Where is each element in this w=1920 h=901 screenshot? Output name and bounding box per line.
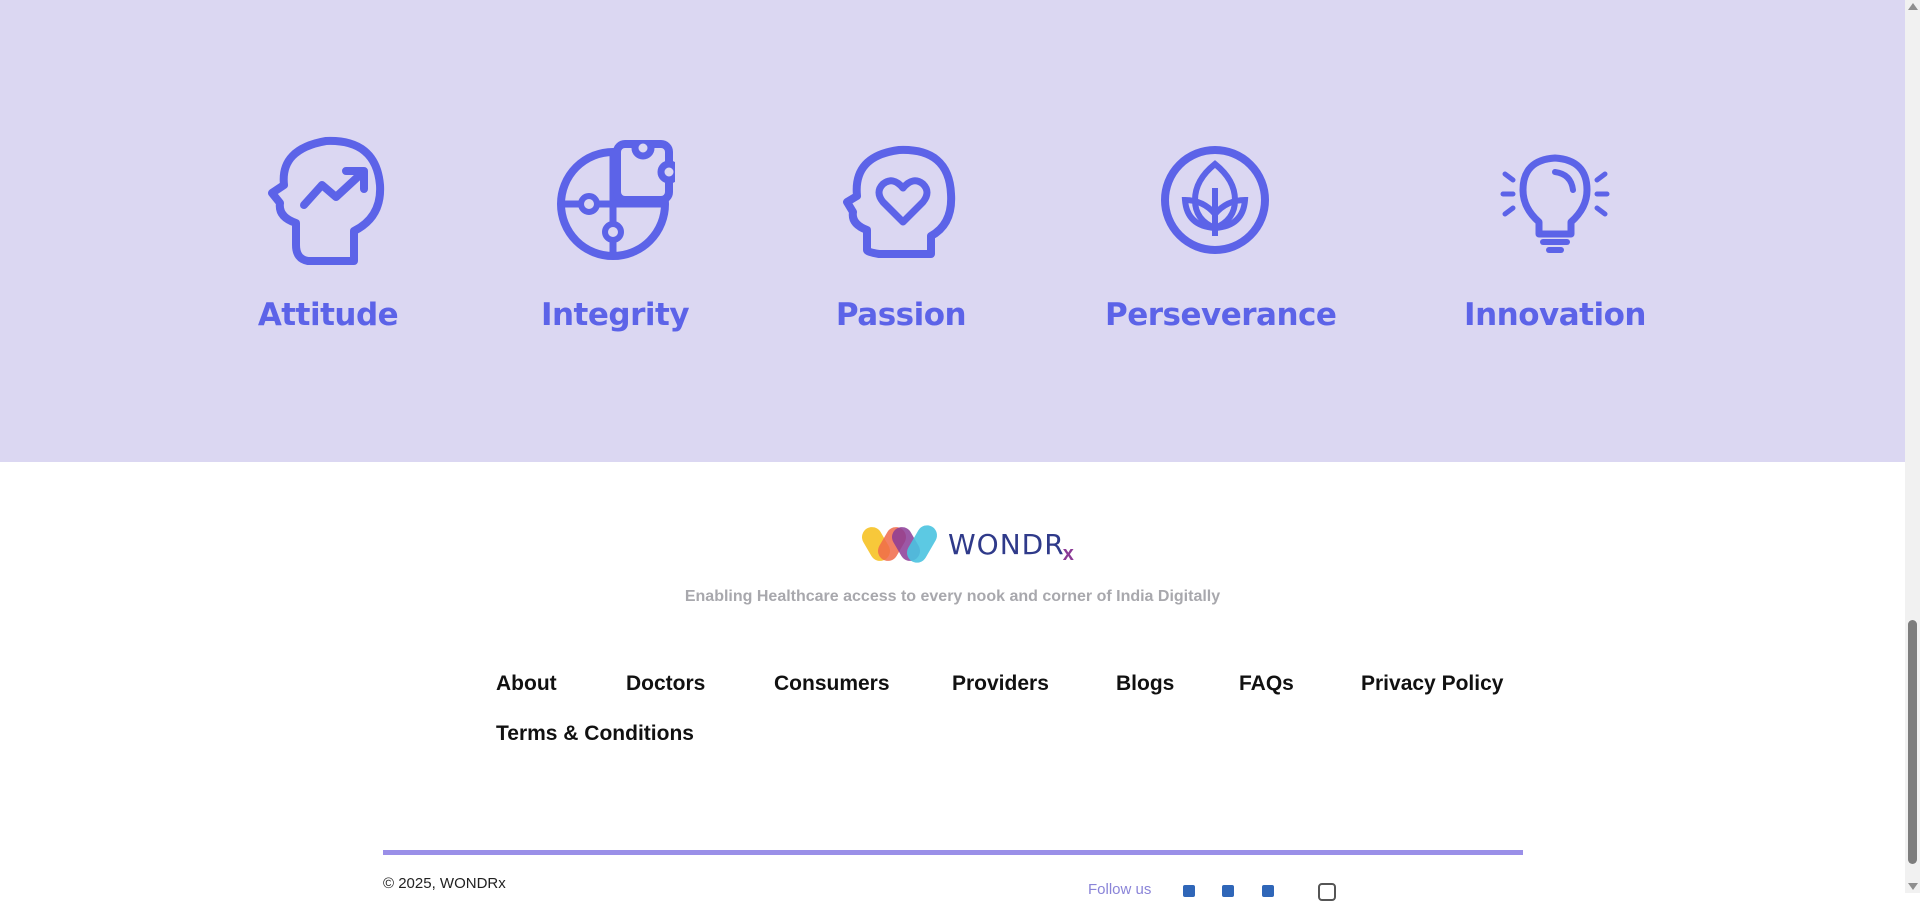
value-label-attitude: Attitude (257, 297, 399, 333)
values-section: Attitude Integrity Passion Perseverance … (0, 0, 1905, 462)
twitter-icon[interactable] (1262, 885, 1274, 897)
value-label-perseverance: Perseverance (1105, 297, 1337, 333)
value-integrity: Integrity (505, 125, 725, 333)
lightbulb-icon (1500, 154, 1610, 253)
nav-doctors[interactable]: Doctors (626, 672, 705, 696)
nav-privacy-policy[interactable]: Privacy Policy (1361, 672, 1503, 696)
value-label-innovation: Innovation (1464, 297, 1646, 333)
footer: WONDR x Enabling Healthcare access to ev… (0, 462, 1905, 901)
value-attitude: Attitude (218, 125, 438, 333)
nav-about[interactable]: About (496, 672, 557, 696)
value-passion: Passion (791, 125, 1011, 333)
brand-name: WONDR (948, 527, 1065, 561)
scrollbar-thumb[interactable] (1908, 620, 1917, 864)
nav-faqs[interactable]: FAQs (1239, 672, 1294, 696)
leaf-circle-icon (1161, 146, 1269, 254)
scrollbar[interactable] (1905, 0, 1920, 893)
scroll-up-arrow-icon[interactable] (1908, 3, 1918, 10)
copyright: © 2025, WONDRx (383, 875, 506, 892)
value-perseverance: Perseverance (1105, 125, 1337, 333)
facebook-icon[interactable] (1222, 885, 1234, 897)
value-label-passion: Passion (835, 297, 967, 333)
nav-consumers[interactable]: Consumers (774, 672, 890, 696)
logo-mark-icon (862, 525, 937, 563)
brand-suffix: x (1062, 542, 1074, 565)
head-growth-icon (268, 136, 385, 265)
nav-terms-conditions[interactable]: Terms & Conditions (496, 722, 694, 746)
head-heart-icon (843, 145, 956, 258)
value-innovation: Innovation (1445, 125, 1665, 333)
nav-providers[interactable]: Providers (952, 672, 1049, 696)
tagline: Enabling Healthcare access to every nook… (684, 588, 1221, 605)
instagram-icon[interactable] (1318, 883, 1336, 901)
linkedin-icon[interactable] (1183, 885, 1195, 897)
nav-blogs[interactable]: Blogs (1116, 672, 1174, 696)
follow-us-label: Follow us (1088, 881, 1152, 898)
value-label-integrity: Integrity (540, 297, 690, 333)
scroll-down-arrow-icon[interactable] (1908, 883, 1918, 890)
brand-logo[interactable]: WONDR x (862, 520, 1074, 568)
puzzle-icon (557, 140, 675, 260)
footer-divider (383, 850, 1523, 855)
